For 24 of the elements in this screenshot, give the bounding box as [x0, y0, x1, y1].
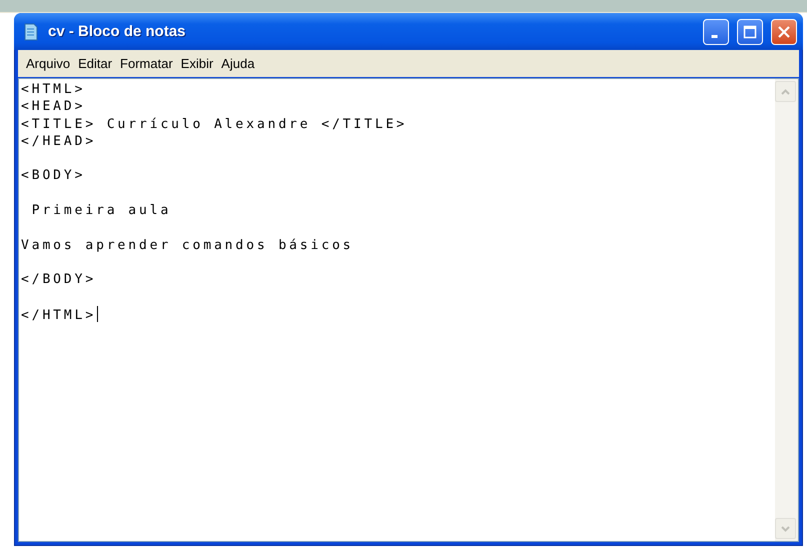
text-line: </HTML> [21, 306, 98, 324]
text-line: <TITLE> Currículo Alexandre </TITLE> [21, 116, 408, 133]
menu-item[interactable]: Ajuda [217, 56, 259, 71]
text-line: <BODY> [21, 167, 86, 185]
window-title: cv - Bloco de notas [48, 23, 187, 40]
text-line: <HEAD> [21, 98, 86, 116]
text-line: Primeira aula [30, 202, 172, 220]
menu-item[interactable]: Formatar [116, 56, 177, 71]
text-line: </HEAD> [21, 132, 96, 150]
menu-item[interactable]: Editar [74, 56, 116, 71]
menu-item[interactable]: Exibir [176, 56, 218, 71]
text-line: Vamos aprender comandos básicos [21, 236, 354, 254]
maximize-button[interactable] [737, 18, 763, 44]
minimize-icon [710, 34, 718, 38]
chevron-up-icon [781, 88, 790, 94]
chevron-down-icon [781, 526, 790, 532]
menu-item[interactable]: Arquivo [22, 56, 74, 71]
maximize-icon [742, 24, 758, 40]
minimize-button[interactable] [703, 18, 729, 44]
text-line: </BODY> [21, 271, 96, 289]
text-line: <HTML> [21, 81, 86, 98]
close-icon [776, 24, 792, 40]
close-button[interactable] [771, 18, 797, 44]
notepad-icon [22, 22, 40, 42]
